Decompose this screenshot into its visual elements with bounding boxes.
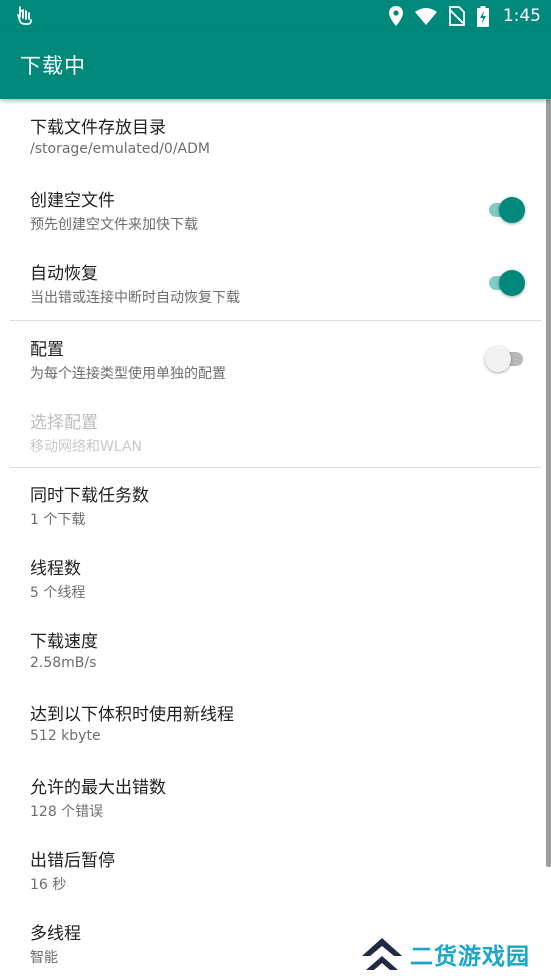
setting-summary: 512 kbyte — [30, 728, 101, 744]
no-sim-icon — [448, 6, 465, 26]
profiles-switch[interactable] — [485, 346, 525, 372]
setting-title: 允许的最大出错数 — [30, 778, 166, 798]
setting-title: 创建空文件 — [30, 191, 115, 211]
setting-download-directory[interactable]: 下载文件存放目录 /storage/emulated/0/ADM — [0, 99, 551, 172]
setting-title: 自动恢复 — [30, 264, 98, 284]
setting-profiles[interactable]: 配置 为每个连接类型使用单独的配置 — [0, 321, 551, 394]
switch-thumb — [499, 197, 525, 223]
setting-simultaneous-downloads[interactable]: 同时下载任务数 1 个下载 — [0, 467, 551, 540]
page-title: 下载中 — [20, 54, 86, 78]
switch-thumb — [499, 270, 525, 296]
setting-summary: 1 个下载 — [30, 512, 86, 528]
setting-title: 选择配置 — [30, 413, 98, 433]
watermark-logo-icon — [360, 936, 404, 972]
battery-charging-icon — [476, 5, 489, 27]
wifi-icon — [414, 7, 437, 25]
settings-list: 下载文件存放目录 /storage/emulated/0/ADM 创建空文件 预… — [0, 99, 551, 979]
auto-resume-switch[interactable] — [485, 270, 525, 296]
setting-download-speed[interactable]: 下载速度 2.58mB/s — [0, 613, 551, 686]
setting-title: 下载文件存放目录 — [30, 118, 166, 138]
setting-summary: 5 个线程 — [30, 585, 86, 601]
setting-pause-after-error[interactable]: 出错后暂停 16 秒 — [0, 832, 551, 905]
setting-select-profile: 选择配置 移动网络和WLAN — [0, 394, 551, 467]
setting-title: 配置 — [30, 340, 64, 360]
setting-summary: 2.58mB/s — [30, 655, 97, 671]
app-bar: 下载中 — [0, 32, 551, 99]
setting-summary: 移动网络和WLAN — [30, 439, 143, 455]
setting-title: 同时下载任务数 — [30, 486, 149, 506]
setting-summary: 预先创建空文件来加快下载 — [30, 217, 198, 233]
setting-title: 多线程 — [30, 924, 81, 944]
switch-thumb — [485, 346, 511, 372]
status-bar: 1:45 — [0, 0, 551, 32]
setting-summary: 16 秒 — [30, 877, 67, 893]
setting-title: 线程数 — [30, 559, 81, 579]
location-icon — [388, 6, 403, 26]
setting-auto-resume[interactable]: 自动恢复 当出错或连接中断时自动恢复下载 — [0, 245, 551, 318]
setting-summary: /storage/emulated/0/ADM — [30, 141, 210, 157]
status-time: 1:45 — [502, 6, 541, 26]
setting-thread-count[interactable]: 线程数 5 个线程 — [0, 540, 551, 613]
scrollbar[interactable] — [546, 99, 551, 867]
watermark: 二货游戏园 — [360, 934, 546, 974]
setting-summary: 当出错或连接中断时自动恢复下载 — [30, 290, 240, 306]
setting-summary: 智能 — [30, 950, 58, 966]
setting-title: 下载速度 — [30, 632, 98, 652]
setting-title: 达到以下体积时使用新线程 — [30, 705, 234, 725]
setting-max-errors[interactable]: 允许的最大出错数 128 个错误 — [0, 759, 551, 832]
setting-title: 出错后暂停 — [30, 851, 115, 871]
setting-summary: 128 个错误 — [30, 804, 104, 820]
touch-gesture-icon — [14, 5, 34, 27]
watermark-text: 二货游戏园 — [410, 944, 530, 970]
create-empty-file-switch[interactable] — [485, 197, 525, 223]
setting-new-thread-size[interactable]: 达到以下体积时使用新线程 512 kbyte — [0, 686, 551, 759]
setting-create-empty-file[interactable]: 创建空文件 预先创建空文件来加快下载 — [0, 172, 551, 245]
setting-summary: 为每个连接类型使用单独的配置 — [30, 366, 226, 382]
